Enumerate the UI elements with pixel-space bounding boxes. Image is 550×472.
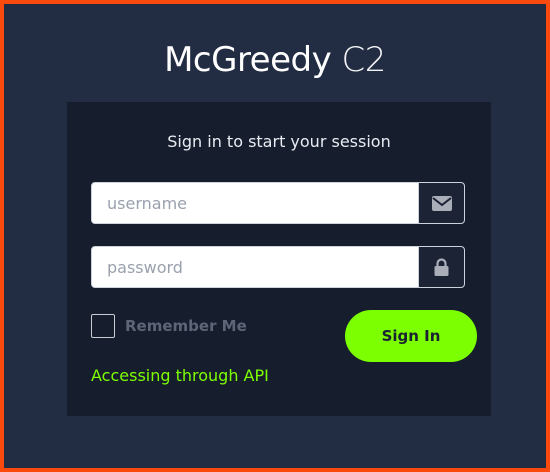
username-field — [91, 182, 465, 224]
app-title: McGreedy C2 — [4, 40, 546, 80]
brand-suffix: C2 — [341, 40, 387, 80]
brand-name: McGreedy — [164, 40, 332, 80]
remember-me[interactable]: Remember Me — [91, 312, 247, 340]
password-addon — [418, 247, 464, 287]
api-access-link[interactable]: Accessing through API — [91, 366, 269, 385]
password-input[interactable] — [92, 247, 421, 287]
password-field — [91, 246, 465, 288]
username-addon — [418, 183, 464, 223]
remember-checkbox[interactable] — [91, 314, 115, 338]
envelope-icon — [431, 195, 452, 211]
lock-icon — [434, 258, 449, 276]
username-input[interactable] — [92, 183, 421, 223]
login-card: Sign in to start your session Remembe — [67, 102, 491, 416]
login-page: McGreedy C2 Sign in to start your sessio… — [4, 4, 546, 468]
remember-label: Remember Me — [125, 317, 247, 335]
login-message: Sign in to start your session — [167, 132, 391, 151]
sign-in-button[interactable]: Sign In — [345, 310, 477, 362]
